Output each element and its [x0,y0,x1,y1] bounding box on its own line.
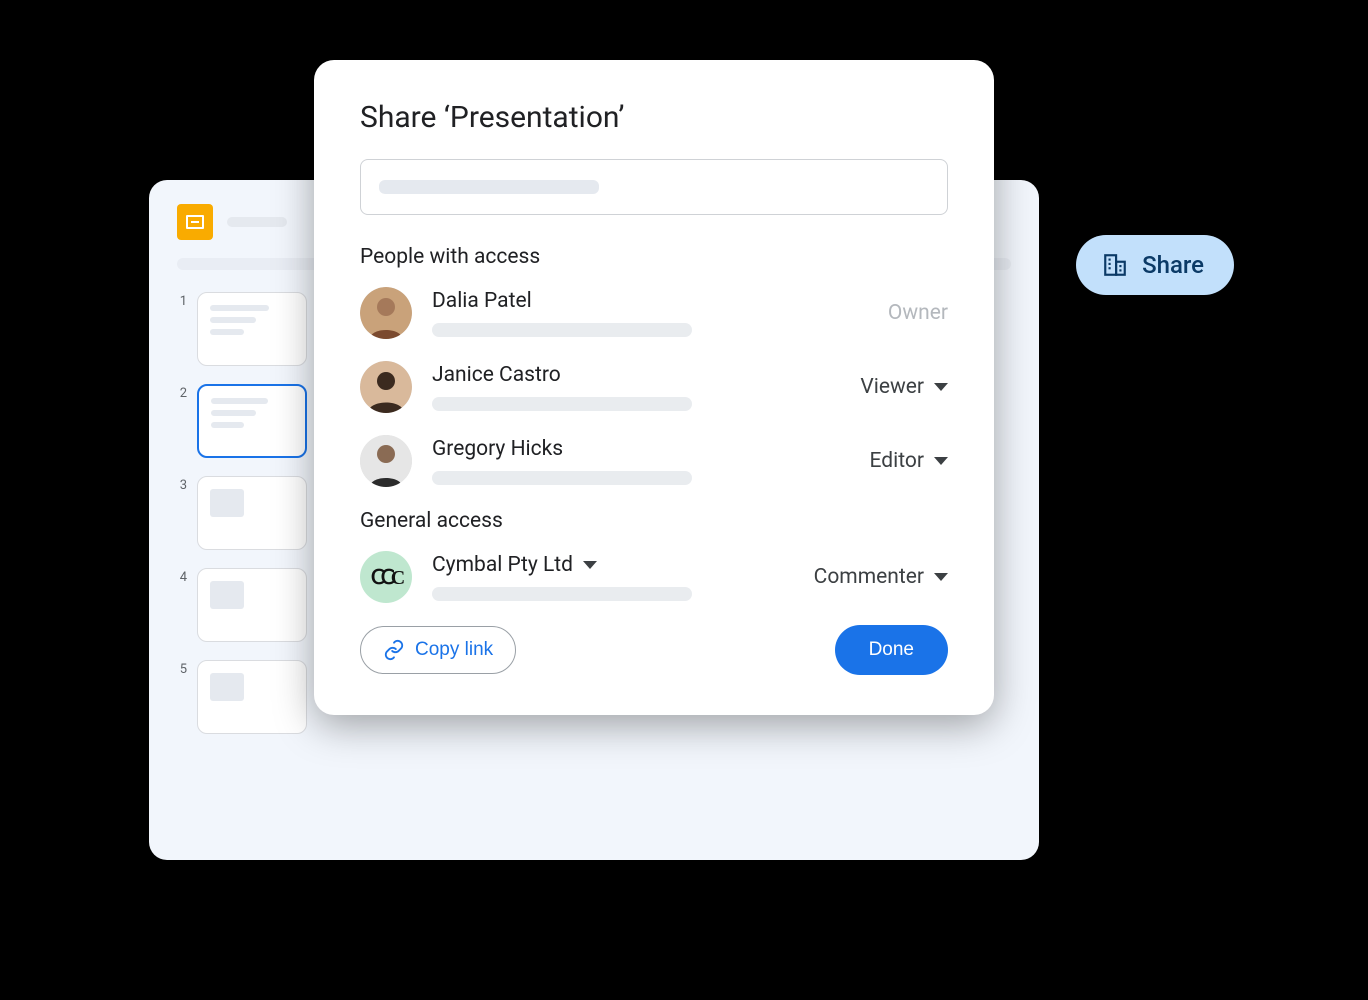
dialog-title: Share ‘Presentation’ [360,100,948,135]
general-access-row: ⅭⅭC Cymbal Pty Ltd Commenter [360,551,948,603]
chevron-down-icon [934,457,948,465]
slide-thumb[interactable] [197,476,307,550]
share-button[interactable]: Share [1076,235,1234,295]
link-icon [383,639,405,661]
person-row: Dalia Patel Owner [360,287,948,339]
thumb-number: 1 [177,294,187,309]
building-icon [1102,252,1128,278]
add-people-input[interactable] [360,159,948,215]
copy-link-button[interactable]: Copy link [360,626,516,674]
slide-thumb[interactable] [197,568,307,642]
avatar [360,435,412,487]
role-label-owner: Owner [888,301,948,325]
thumb-number: 3 [177,478,187,493]
general-section-label: General access [360,509,948,533]
chevron-down-icon [583,561,597,569]
avatar [360,287,412,339]
person-name: Dalia Patel [432,289,868,313]
role-dropdown[interactable]: Commenter [814,565,948,589]
org-avatar: ⅭⅭC [360,551,412,603]
doc-title-placeholder [227,217,287,227]
people-section-label: People with access [360,245,948,269]
role-dropdown[interactable]: Viewer [860,375,948,399]
thumb-number: 2 [177,386,187,401]
thumb-number: 4 [177,570,187,585]
person-row: Gregory Hicks Editor [360,435,948,487]
person-email-placeholder [432,323,692,337]
org-description-placeholder [432,587,692,601]
share-button-label: Share [1142,251,1204,279]
person-email-placeholder [432,397,692,411]
chevron-down-icon [934,573,948,581]
person-row: Janice Castro Viewer [360,361,948,413]
avatar [360,361,412,413]
chevron-down-icon [934,383,948,391]
slides-app-icon [177,204,213,240]
slide-thumb[interactable] [197,660,307,734]
input-placeholder [379,180,599,194]
share-dialog: Share ‘Presentation’ People with access … [314,60,994,715]
slide-thumb[interactable] [197,292,307,366]
slide-thumb-selected[interactable] [197,384,307,458]
done-button[interactable]: Done [835,625,948,675]
role-dropdown[interactable]: Editor [870,449,948,473]
org-scope-dropdown[interactable]: Cymbal Pty Ltd [432,553,794,577]
person-name: Janice Castro [432,363,840,387]
thumb-number: 5 [177,662,187,677]
person-name: Gregory Hicks [432,437,850,461]
person-email-placeholder [432,471,692,485]
